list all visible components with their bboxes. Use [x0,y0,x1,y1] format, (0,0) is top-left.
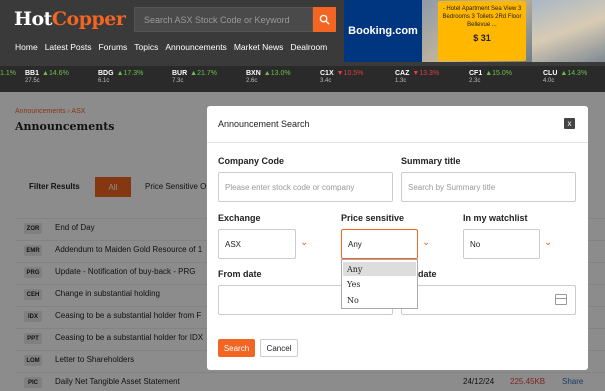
divider [207,142,588,143]
ad-photo-2 [532,0,605,62]
ticker-item[interactable]: BDG ▲17.3% 6.1c [98,70,143,84]
nav-latest-posts[interactable]: Latest Posts [45,42,92,52]
modal-title: Announcement Search [218,119,310,129]
option-any[interactable]: Any [343,262,416,276]
nav-announcements[interactable]: Announcements [165,42,226,52]
ad-deal-text: - Hotel Apartment Sea View 3 Bedrooms 3 … [442,6,522,28]
ticker-item[interactable]: CLU ▲14.3% 4.0c [543,70,587,84]
company-code-label: Company Code [218,156,285,166]
price-sensitive-label: Price sensitive [341,213,405,223]
ticker-item[interactable]: CAZ ▼13.3% 1.3c [395,70,439,84]
ad-deal-card: - Hotel Apartment Sea View 3 Bedrooms 3 … [438,1,526,61]
price-sensitive-select[interactable]: Any [341,229,418,259]
search-submit-button[interactable]: Search [218,339,255,357]
site-search-input[interactable]: Search ASX Stock Code or Keyword [134,7,313,32]
to-date-label: date [418,269,437,279]
logo-copper: Copper [51,8,126,30]
search-button[interactable] [313,7,336,32]
nav-home[interactable]: Home [15,42,38,52]
nav-forums[interactable]: Forums [98,42,127,52]
nav-market-news[interactable]: Market News [234,42,284,52]
from-date-label: From date [218,269,262,279]
booking-logo: Booking.com [344,0,422,62]
summary-title-label: Summary title [401,156,461,166]
exchange-select[interactable]: ASX [218,229,296,259]
nav-dealroom[interactable]: Dealroom [290,42,327,52]
advertisement-banner[interactable]: Booking.com - Hotel Apartment Sea View 3… [344,0,605,62]
chevron-down-icon[interactable]: ⌄ [544,237,552,248]
close-icon[interactable]: x [564,118,575,129]
ticker-item[interactable]: BB1 ▲14.6% 27.5c [25,70,69,84]
ticker-item[interactable]: 1.1% [0,70,16,77]
exchange-label: Exchange [218,213,261,223]
company-code-input[interactable]: Please enter stock code or company [218,172,393,202]
ad-price: $ 31 [473,33,491,43]
option-yes[interactable]: Yes [343,277,416,291]
chevron-down-icon[interactable]: ⌄ [422,237,430,248]
hotcopper-logo[interactable]: HotCopper [14,8,126,30]
to-date-input[interactable] [401,285,576,315]
main-nav: Home Latest Posts Forums Topics Announce… [15,42,327,52]
chevron-down-icon[interactable]: ⌄ [300,237,308,248]
nav-topics[interactable]: Topics [134,42,158,52]
search-icon [319,14,330,25]
ticker-item[interactable]: C1X ▼10.5% 3.4c [320,70,363,84]
site-header: HotCopper Search ASX Stock Code or Keywo… [0,0,605,66]
summary-title-input[interactable]: Search by Summary title [401,172,576,202]
price-sensitive-options: Any Yes No [341,259,418,309]
calendar-icon[interactable] [555,294,567,305]
ticker-item[interactable]: BXN ▲13.0% 2.6c [246,70,291,84]
watchlist-select[interactable]: No [463,229,540,259]
cancel-button[interactable]: Cancel [260,339,298,357]
option-no[interactable]: No [343,293,416,307]
ticker-item[interactable]: CF1 ▲15.0% 2.3c [469,70,512,84]
stock-ticker: 1.1% BB1 ▲14.6% 27.5c BDG ▲17.3% 6.1c BUR ▲21… [0,66,605,92]
logo-hot: Hot [14,8,52,30]
ticker-item[interactable]: BUR ▲21.7% 7.3c [172,70,217,84]
watchlist-label: In my watchlist [463,213,528,223]
